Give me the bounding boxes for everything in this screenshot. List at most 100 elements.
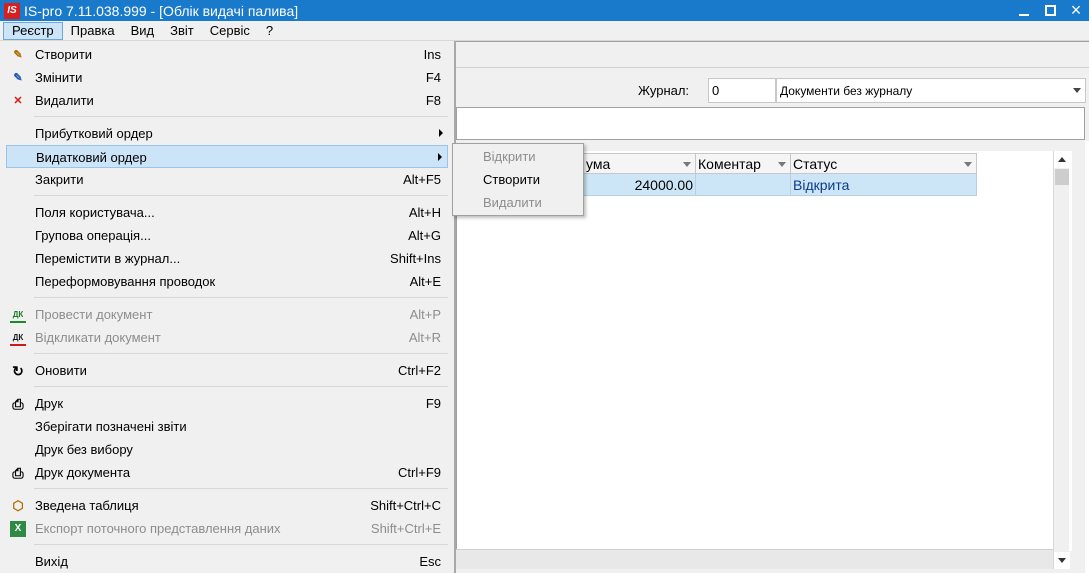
menu-item-label: Поля користувача... [35, 205, 155, 220]
column-header-label: ума [586, 156, 611, 172]
submenu-item-label: Створити [483, 172, 541, 187]
menu-help[interactable]: ? [258, 22, 281, 40]
sort-arrow-icon [964, 162, 972, 167]
menu-item-shortcut: Alt+F5 [403, 172, 441, 187]
menu-service[interactable]: Сервіс [202, 22, 258, 40]
menu-item-label: Прибутковий ордер [35, 126, 153, 141]
menu-item-label: Змінити [35, 70, 83, 85]
window-controls: × [1011, 0, 1089, 21]
cell-comment[interactable] [696, 174, 791, 196]
menu-item-label: Перемістити в журнал... [35, 251, 181, 266]
pivot-table-icon: ⬡ [12, 498, 24, 513]
close-button[interactable]: × [1063, 0, 1089, 21]
cell-status[interactable]: Відкрита [791, 174, 977, 196]
menu-item-print-without-choice[interactable]: Друк без вибору [6, 438, 448, 461]
menu-separator [34, 386, 448, 387]
menu-item-shortcut: F4 [425, 70, 441, 85]
menu-item-recall-document[interactable]: ДК Відкликати документ Alt+R [6, 326, 448, 349]
recall-document-icon: ДК [10, 330, 26, 346]
menu-separator [34, 297, 448, 298]
menu-item-label: Закрити [35, 172, 84, 187]
journal-row: Журнал: 0 Документи без журналу [456, 77, 1089, 103]
menu-edit[interactable]: Правка [63, 22, 123, 40]
menu-item-refresh[interactable]: ↻ Оновити Ctrl+F2 [6, 359, 448, 382]
menu-item-shortcut: Alt+H [408, 205, 441, 220]
registry-menu-dropdown: ✎ Створити Ins ✎ Змінити F4 ✕ Видалити F… [0, 41, 456, 573]
menu-item-label: Видатковий ордер [36, 150, 147, 165]
sort-arrow-icon [778, 162, 786, 167]
menu-item-label: Оновити [35, 363, 87, 378]
filter-panel[interactable] [456, 107, 1085, 140]
scroll-down-icon[interactable] [1054, 552, 1070, 569]
menu-report[interactable]: Звіт [162, 22, 202, 40]
menu-item-move-to-journal[interactable]: Перемістити в журнал... Shift+Ins [6, 247, 448, 270]
menu-item-receipt-order[interactable]: Прибутковий ордер [6, 122, 448, 145]
menu-item-label: Зберігати позначені звіти [35, 419, 187, 434]
expense-order-submenu: Відкрити Створити Видалити [452, 143, 584, 216]
maximize-button[interactable] [1037, 0, 1063, 21]
column-header-status[interactable]: Статус [791, 153, 977, 174]
menu-item-shortcut: Alt+G [408, 228, 441, 243]
menu-item-print-document[interactable]: ⎙ Друк документа Ctrl+F9 [6, 461, 448, 484]
menu-item-label: Видалити [35, 93, 94, 108]
menu-separator [34, 195, 448, 196]
menu-item-close[interactable]: Закрити Alt+F5 [6, 168, 448, 191]
post-document-icon: ДК [10, 307, 26, 323]
title-bar: IS IS-pro 7.11.038.999 - [Облік видачі п… [0, 0, 1089, 21]
minimize-button[interactable] [1011, 0, 1037, 21]
column-header-comment[interactable]: Коментар [696, 153, 791, 174]
journal-select[interactable]: Документи без журналу [776, 78, 1086, 103]
sort-arrow-icon [683, 162, 691, 167]
menu-item-shortcut: Alt+P [409, 307, 441, 322]
edit-doc-icon: ✎ [13, 72, 23, 84]
menu-item-shortcut: Alt+E [409, 274, 441, 289]
menu-view[interactable]: Вид [123, 22, 163, 40]
submenu-arrow-icon [439, 129, 443, 137]
menu-item-exit[interactable]: Вихід Esc [6, 550, 448, 573]
menu-item-reform-postings[interactable]: Переформовування проводок Alt+E [6, 270, 448, 293]
menu-item-save-marked-reports[interactable]: Зберігати позначені звіти [6, 415, 448, 438]
menu-bar: Реєстр Правка Вид Звіт Сервіс ? [0, 21, 1089, 41]
menu-item-user-fields[interactable]: Поля користувача... Alt+H [6, 201, 448, 224]
menu-item-print[interactable]: ⎙ Друк F9 [6, 392, 448, 415]
menu-item-label: Провести документ [35, 307, 153, 322]
menu-item-shortcut: F8 [425, 93, 441, 108]
menu-item-export-view[interactable]: X Експорт поточного представлення даних … [6, 517, 448, 540]
menu-item-group-operation[interactable]: Групова операція... Alt+G [6, 224, 448, 247]
menu-item-label: Друк [35, 396, 64, 411]
horizontal-scrollbar[interactable] [456, 549, 1053, 569]
menu-registry[interactable]: Реєстр [3, 21, 63, 40]
print-document-icon: ⎙ [12, 465, 24, 481]
menu-separator [34, 353, 448, 354]
toolbar [456, 41, 1089, 68]
scroll-up-icon[interactable] [1054, 151, 1070, 168]
submenu-arrow-icon [438, 153, 442, 161]
app-logo-icon: IS [4, 2, 20, 19]
cell-sum[interactable]: 24000.00 [584, 174, 696, 196]
close-icon: × [1070, 0, 1082, 20]
submenu-item-label: Видалити [483, 195, 542, 210]
menu-item-create[interactable]: ✎ Створити Ins [6, 43, 448, 66]
menu-item-edit[interactable]: ✎ Змінити F4 [6, 66, 448, 89]
main-window: Журнал: 0 Документи без журналу ума Коме… [456, 41, 1089, 573]
menu-item-pivot-table[interactable]: ⬡ Зведена таблиця Shift+Ctrl+C [6, 494, 448, 517]
scroll-thumb[interactable] [1055, 169, 1069, 185]
menu-item-label: Зведена таблиця [35, 498, 139, 513]
menu-item-label: Групова операція... [35, 228, 151, 243]
menu-separator [34, 544, 448, 545]
menu-item-label: Експорт поточного представлення даних [35, 521, 281, 536]
journal-select-value: Документи без журналу [780, 84, 913, 98]
menu-item-shortcut: F9 [425, 396, 441, 411]
submenu-item-create[interactable]: Створити [455, 168, 581, 191]
menu-separator [34, 116, 448, 117]
column-header-sum[interactable]: ума [584, 153, 696, 174]
journal-number-field[interactable]: 0 [708, 78, 776, 103]
vertical-scrollbar[interactable] [1053, 151, 1070, 569]
menu-separator [34, 488, 448, 489]
menu-item-post-document[interactable]: ДК Провести документ Alt+P [6, 303, 448, 326]
menu-item-delete[interactable]: ✕ Видалити F8 [6, 89, 448, 112]
column-header-label: Статус [793, 156, 838, 172]
submenu-item-open[interactable]: Відкрити [455, 145, 581, 168]
menu-item-expense-order[interactable]: Видатковий ордер [6, 145, 448, 168]
submenu-item-delete[interactable]: Видалити [455, 191, 581, 214]
